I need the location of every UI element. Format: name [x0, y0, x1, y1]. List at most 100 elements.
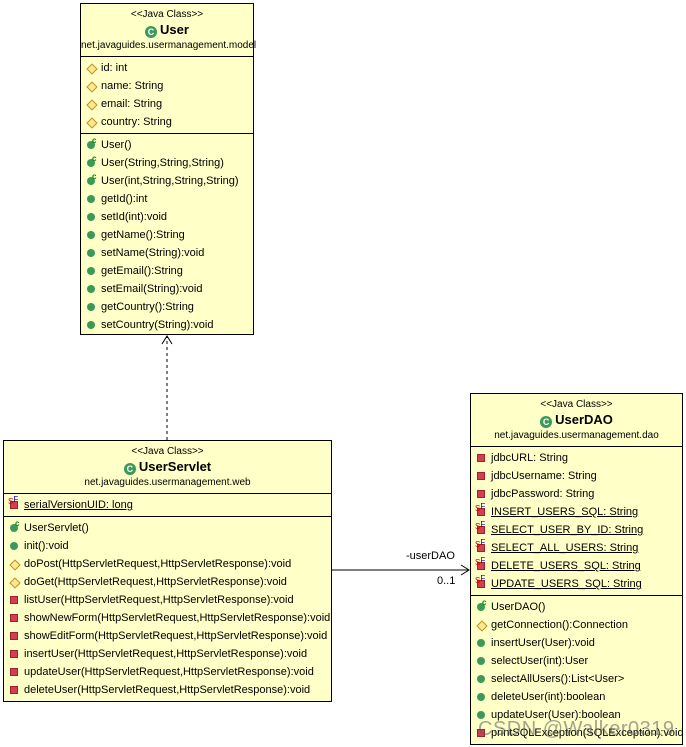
field-row[interactable]: jdbcURL: String: [475, 449, 682, 467]
member-text: selectAllUsers():List<User>: [491, 673, 625, 685]
private-visibility-icon: [10, 686, 18, 694]
package-name: net.javaguides.usermanagement.web: [84, 477, 251, 488]
class-name: C UserDAO: [471, 411, 682, 429]
private-visibility-icon: [477, 490, 485, 498]
method-row[interactable]: setName(String):void: [85, 244, 253, 262]
field-row[interactable]: jdbcUsername: String: [475, 467, 682, 485]
protected-visibility-icon: [86, 99, 98, 111]
member-text: jdbcURL: String: [491, 452, 569, 464]
method-row[interactable]: getName():String: [85, 226, 253, 244]
member-text: init():void: [24, 540, 69, 552]
member-text: User(int,String,String,String): [101, 175, 239, 187]
field-row[interactable]: SF SELECT_ALL_USERS: String: [475, 538, 682, 557]
static-final-icon: SF: [475, 538, 486, 549]
fields-section: SF serialVersionUID: long: [4, 494, 331, 516]
class-userdao[interactable]: <<Java Class>> C UserDAO net.javaguides.use…: [470, 393, 684, 745]
method-row[interactable]: c UserServlet(): [8, 519, 331, 537]
class-userservlet[interactable]: <<Java Class>> C UserServlet net.javaguides…: [3, 440, 332, 702]
field-row[interactable]: jdbcPassword: String: [475, 485, 682, 503]
package-name: net.javaguides.usermanagement.model: [81, 40, 257, 51]
constructor-icon: c: [92, 136, 97, 145]
fields-section: id: int name: String email: String country:…: [81, 57, 253, 133]
member-text: setEmail(String):void: [101, 283, 203, 295]
method-row[interactable]: doPost(HttpServletRequest,HttpServletRes…: [8, 555, 331, 573]
member-text: jdbcUsername: String: [491, 470, 597, 482]
private-visibility-icon: [477, 472, 485, 480]
class-name: C UserServlet: [4, 458, 331, 476]
method-row[interactable]: insertUser(HttpServletRequest,HttpServle…: [8, 645, 331, 663]
member-text: getId():int: [101, 193, 148, 205]
field-row[interactable]: SF INSERT_USERS_SQL: String: [475, 502, 682, 521]
private-visibility-icon: [10, 650, 18, 658]
member-text: serialVersionUID: long: [24, 499, 133, 511]
field-row[interactable]: SF serialVersionUID: long: [8, 495, 331, 514]
field-row[interactable]: name: String: [85, 77, 253, 95]
class-header: <<Java Class>> C UserDAO net.javaguides.use…: [471, 394, 682, 447]
stereotype: <<Java Class>>: [540, 399, 613, 410]
member-text: getEmail():String: [101, 265, 183, 277]
method-row[interactable]: getCountry():String: [85, 298, 253, 316]
public-visibility-icon: [87, 249, 95, 257]
method-row[interactable]: getId():int: [85, 190, 253, 208]
member-text: insertUser(User):void: [491, 637, 595, 649]
method-row[interactable]: c User(String,String,String): [85, 154, 253, 172]
member-text: INSERT_USERS_SQL: String: [491, 506, 639, 518]
field-row[interactable]: id: int: [85, 59, 253, 77]
member-text: DELETE_USERS_SQL: String: [491, 560, 641, 572]
method-row[interactable]: selectUser(int):User: [475, 652, 682, 670]
member-text: getConnection():Connection: [491, 619, 628, 631]
private-visibility-icon: [477, 454, 485, 462]
method-row[interactable]: init():void: [8, 537, 331, 555]
member-text: listUser(HttpServletRequest,HttpServletR…: [24, 594, 294, 606]
public-visibility-icon: [87, 285, 95, 293]
method-row[interactable]: deleteUser(HttpServletRequest,HttpServle…: [8, 681, 331, 699]
field-row[interactable]: SF UPDATE_USERS_SQL: String: [475, 574, 682, 593]
stereotype: <<Java Class>>: [131, 446, 204, 457]
public-visibility-icon: [10, 542, 18, 550]
method-row[interactable]: insertUser(User):void: [475, 634, 682, 652]
field-row[interactable]: country: String: [85, 113, 253, 131]
member-text: showEditForm(HttpServletRequest,HttpServ…: [24, 630, 328, 642]
class-user[interactable]: <<Java Class>> C User net.javaguides.userma…: [80, 3, 257, 335]
method-row[interactable]: c User(): [85, 136, 253, 154]
method-row[interactable]: updateUser(HttpServletRequest,HttpServle…: [8, 663, 331, 681]
member-text: setCountry(String):void: [101, 319, 214, 331]
public-visibility-icon: [87, 213, 95, 221]
member-text: UserDAO(): [491, 601, 546, 613]
static-final-icon: SF: [475, 574, 486, 585]
private-visibility-icon: [10, 614, 18, 622]
class-header: <<Java Class>> C User net.javaguides.userma…: [81, 4, 257, 57]
field-row[interactable]: SF DELETE_USERS_SQL: String: [475, 556, 682, 575]
public-visibility-icon: [87, 231, 95, 239]
member-text: SELECT_ALL_USERS: String: [491, 542, 639, 554]
method-row[interactable]: setId(int):void: [85, 208, 253, 226]
method-row[interactable]: selectAllUsers():List<User>: [475, 670, 682, 688]
private-visibility-icon: [10, 632, 18, 640]
method-row[interactable]: setCountry(String):void: [85, 316, 253, 334]
method-row[interactable]: setEmail(String):void: [85, 280, 253, 298]
method-row[interactable]: getEmail():String: [85, 262, 253, 280]
method-row[interactable]: getConnection():Connection: [475, 616, 682, 634]
method-row[interactable]: doGet(HttpServletRequest,HttpServletResp…: [8, 573, 331, 591]
static-final-icon: SF: [475, 556, 486, 567]
method-row[interactable]: listUser(HttpServletRequest,HttpServletR…: [8, 591, 331, 609]
method-row[interactable]: deleteUser(int):boolean: [475, 688, 682, 706]
public-visibility-icon: [477, 693, 485, 701]
class-icon: C: [145, 26, 158, 38]
field-row[interactable]: email: String: [85, 95, 253, 113]
member-text: doPost(HttpServletRequest,HttpServletRes…: [24, 558, 292, 570]
method-row[interactable]: c User(int,String,String,String): [85, 172, 253, 190]
member-text: User(String,String,String): [101, 157, 224, 169]
field-row[interactable]: SF SELECT_USER_BY_ID: String: [475, 520, 682, 539]
member-text: deleteUser(int):boolean: [491, 691, 606, 703]
public-visibility-icon: [87, 267, 95, 275]
member-text: deleteUser(HttpServletRequest,HttpServle…: [24, 684, 311, 696]
method-row[interactable]: showNewForm(HttpServletRequest,HttpServl…: [8, 609, 331, 627]
public-visibility-icon: [87, 303, 95, 311]
stereotype: <<Java Class>>: [130, 9, 204, 20]
method-row[interactable]: c UserDAO(): [475, 598, 682, 616]
member-text: setId(int):void: [101, 211, 168, 223]
member-text: name: String: [101, 80, 164, 92]
method-row[interactable]: showEditForm(HttpServletRequest,HttpServ…: [8, 627, 331, 645]
member-text: insertUser(HttpServletRequest,HttpServle…: [24, 648, 308, 660]
